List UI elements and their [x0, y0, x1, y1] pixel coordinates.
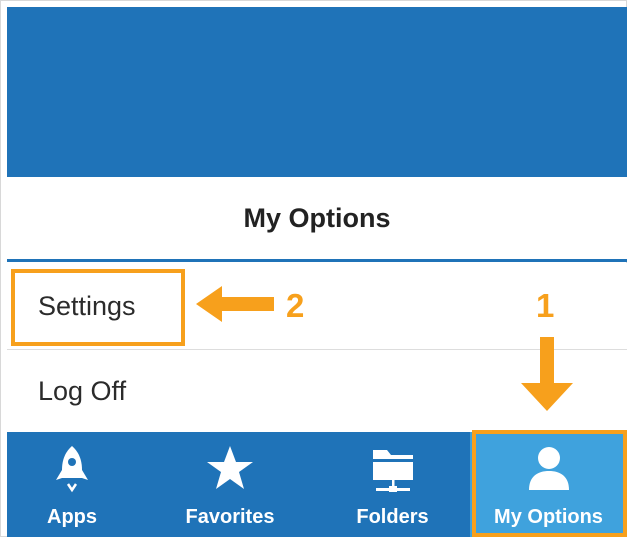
tab-label: Favorites: [185, 506, 275, 528]
tab-label: Apps: [47, 506, 97, 528]
step-1-label: 1: [536, 287, 555, 324]
app-header: [7, 7, 627, 177]
page-title: My Options: [243, 202, 391, 233]
tab-favorites[interactable]: Favorites: [160, 432, 300, 537]
step-2-label: 2: [286, 287, 305, 324]
star-icon: [207, 446, 253, 489]
tab-apps[interactable]: Apps: [7, 432, 137, 537]
title-underline: [7, 259, 627, 262]
title-bar: My Options: [7, 177, 627, 259]
arrow-down-icon: [521, 337, 573, 411]
settings-highlight-box: [11, 269, 185, 346]
tab-label: Folders: [356, 506, 429, 528]
tab-folders[interactable]: Folders: [325, 432, 460, 537]
arrow-left-icon: [196, 286, 274, 322]
folder-network-icon: [372, 450, 413, 492]
my-options-highlight-box: [472, 430, 627, 537]
rocket-icon: [56, 446, 88, 493]
menu-item-label: Log Off: [38, 375, 127, 406]
